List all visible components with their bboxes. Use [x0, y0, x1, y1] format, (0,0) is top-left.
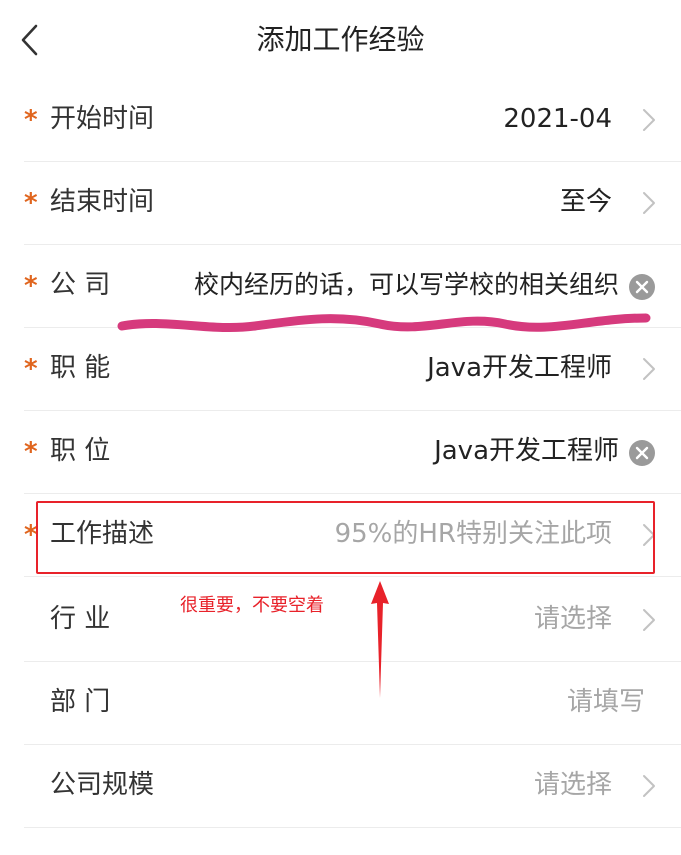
position-row: * 职 位 Java开发工程师 — [24, 411, 681, 494]
required-mark: * — [24, 105, 38, 135]
industry-label: 行 业 — [50, 604, 111, 634]
required-mark: * — [24, 437, 38, 467]
position-input[interactable]: Java开发工程师 — [434, 431, 619, 471]
required-mark: * — [24, 354, 38, 384]
chevron-right-icon — [643, 609, 655, 631]
chevron-right-icon — [643, 109, 655, 131]
department-label: 部 门 — [50, 687, 111, 717]
required-mark: * — [24, 188, 38, 218]
chevron-right-icon — [643, 192, 655, 214]
department-row: 部 门 请填写 — [24, 662, 681, 745]
chevron-right-icon — [643, 358, 655, 380]
clear-circle-icon — [635, 446, 649, 460]
end-time-label: 结束时间 — [50, 187, 155, 217]
page-title: 添加工作经验 — [256, 23, 425, 56]
company-size-placeholder: 请选择 — [533, 770, 612, 800]
highlight-box — [36, 501, 655, 574]
function-value: Java开发工程师 — [427, 353, 612, 383]
department-input[interactable]: 请填写 — [567, 682, 645, 722]
annotation-note: 很重要，不要空着 — [180, 595, 324, 616]
end-time-row[interactable]: * 结束时间 至今 — [24, 162, 681, 245]
clear-circle-icon — [635, 280, 649, 294]
chevron-right-icon — [643, 775, 655, 797]
industry-placeholder: 请选择 — [533, 604, 612, 634]
start-time-row[interactable]: * 开始时间 2021-04 — [24, 79, 681, 162]
company-input[interactable]: 校内经历的话，可以写学校的相关组织 — [194, 265, 619, 305]
start-time-label: 开始时间 — [50, 104, 155, 134]
position-label: 职 位 — [50, 436, 111, 466]
clear-position-button[interactable] — [629, 440, 655, 466]
industry-row[interactable]: 行 业 请选择 — [24, 579, 681, 662]
navigation-bar: 添加工作经验 — [0, 0, 681, 82]
company-size-row[interactable]: 公司规模 请选择 — [24, 745, 681, 828]
start-time-value: 2021-04 — [503, 104, 612, 134]
company-row: * 公 司 校内经历的话，可以写学校的相关组织 — [24, 245, 681, 328]
company-size-label: 公司规模 — [50, 770, 155, 800]
required-mark: * — [24, 271, 38, 301]
clear-company-button[interactable] — [629, 274, 655, 300]
function-label: 职 能 — [50, 353, 111, 383]
company-label: 公 司 — [50, 270, 111, 300]
function-row[interactable]: * 职 能 Java开发工程师 — [24, 328, 681, 411]
end-time-value: 至今 — [559, 187, 612, 217]
